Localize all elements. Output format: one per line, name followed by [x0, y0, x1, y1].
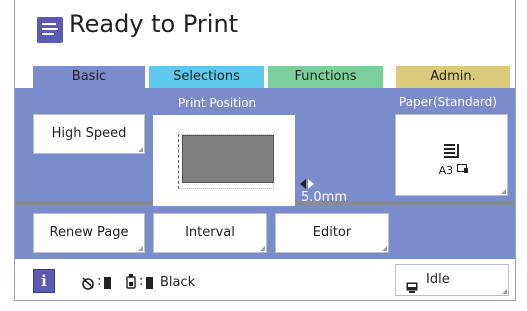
status-bar: i : : Black Idle	[15, 259, 515, 300]
editor-button[interactable]: Editor	[275, 213, 389, 253]
ink-colon: :	[139, 274, 144, 289]
ink-level-icon	[146, 277, 153, 289]
header: Ready to Print	[15, 0, 515, 66]
ink-color-text: Black	[160, 275, 196, 290]
document-icon	[37, 17, 63, 43]
paper-outline	[178, 134, 274, 189]
master-level-icon	[104, 277, 111, 289]
paper-stack-icon	[444, 143, 460, 159]
high-speed-label: High Speed	[51, 126, 127, 141]
master-icon	[81, 275, 95, 290]
paper-button[interactable]: A3	[395, 114, 508, 196]
paper-size-label: A3	[438, 164, 454, 177]
tab-basic[interactable]: Basic	[33, 66, 145, 88]
paper-standard-label: Paper(Standard)	[399, 95, 497, 109]
tab-admin[interactable]: Admin.	[396, 66, 510, 88]
info-button[interactable]: i	[33, 269, 55, 293]
renew-page-label: Renew Page	[49, 225, 129, 240]
print-position-button[interactable]	[153, 115, 295, 206]
high-speed-button[interactable]: High Speed	[33, 114, 145, 154]
interval-button[interactable]: Interval	[153, 213, 267, 253]
master-colon: :	[97, 274, 102, 289]
page-title: Ready to Print	[69, 10, 239, 38]
printer-screen: Ready to Print Basic Selections Function…	[14, 0, 516, 301]
tab-selections[interactable]: Selections	[149, 66, 264, 88]
offset-value: 5.0mm	[301, 190, 348, 205]
info-icon: i	[41, 272, 47, 290]
monitor-icon	[406, 275, 418, 300]
idle-label: Idle	[426, 272, 450, 287]
image-area	[182, 135, 274, 183]
horizontal-shift-icon	[300, 174, 314, 189]
ink-icon	[125, 274, 137, 289]
tab-functions[interactable]: Functions	[268, 66, 383, 88]
editor-label: Editor	[312, 225, 352, 240]
interval-label: Interval	[185, 225, 235, 240]
idle-button[interactable]: Idle	[395, 264, 509, 296]
paper-orientation-icon	[457, 163, 469, 178]
print-position-label: Print Position	[178, 96, 257, 110]
renew-page-button[interactable]: Renew Page	[33, 213, 145, 253]
